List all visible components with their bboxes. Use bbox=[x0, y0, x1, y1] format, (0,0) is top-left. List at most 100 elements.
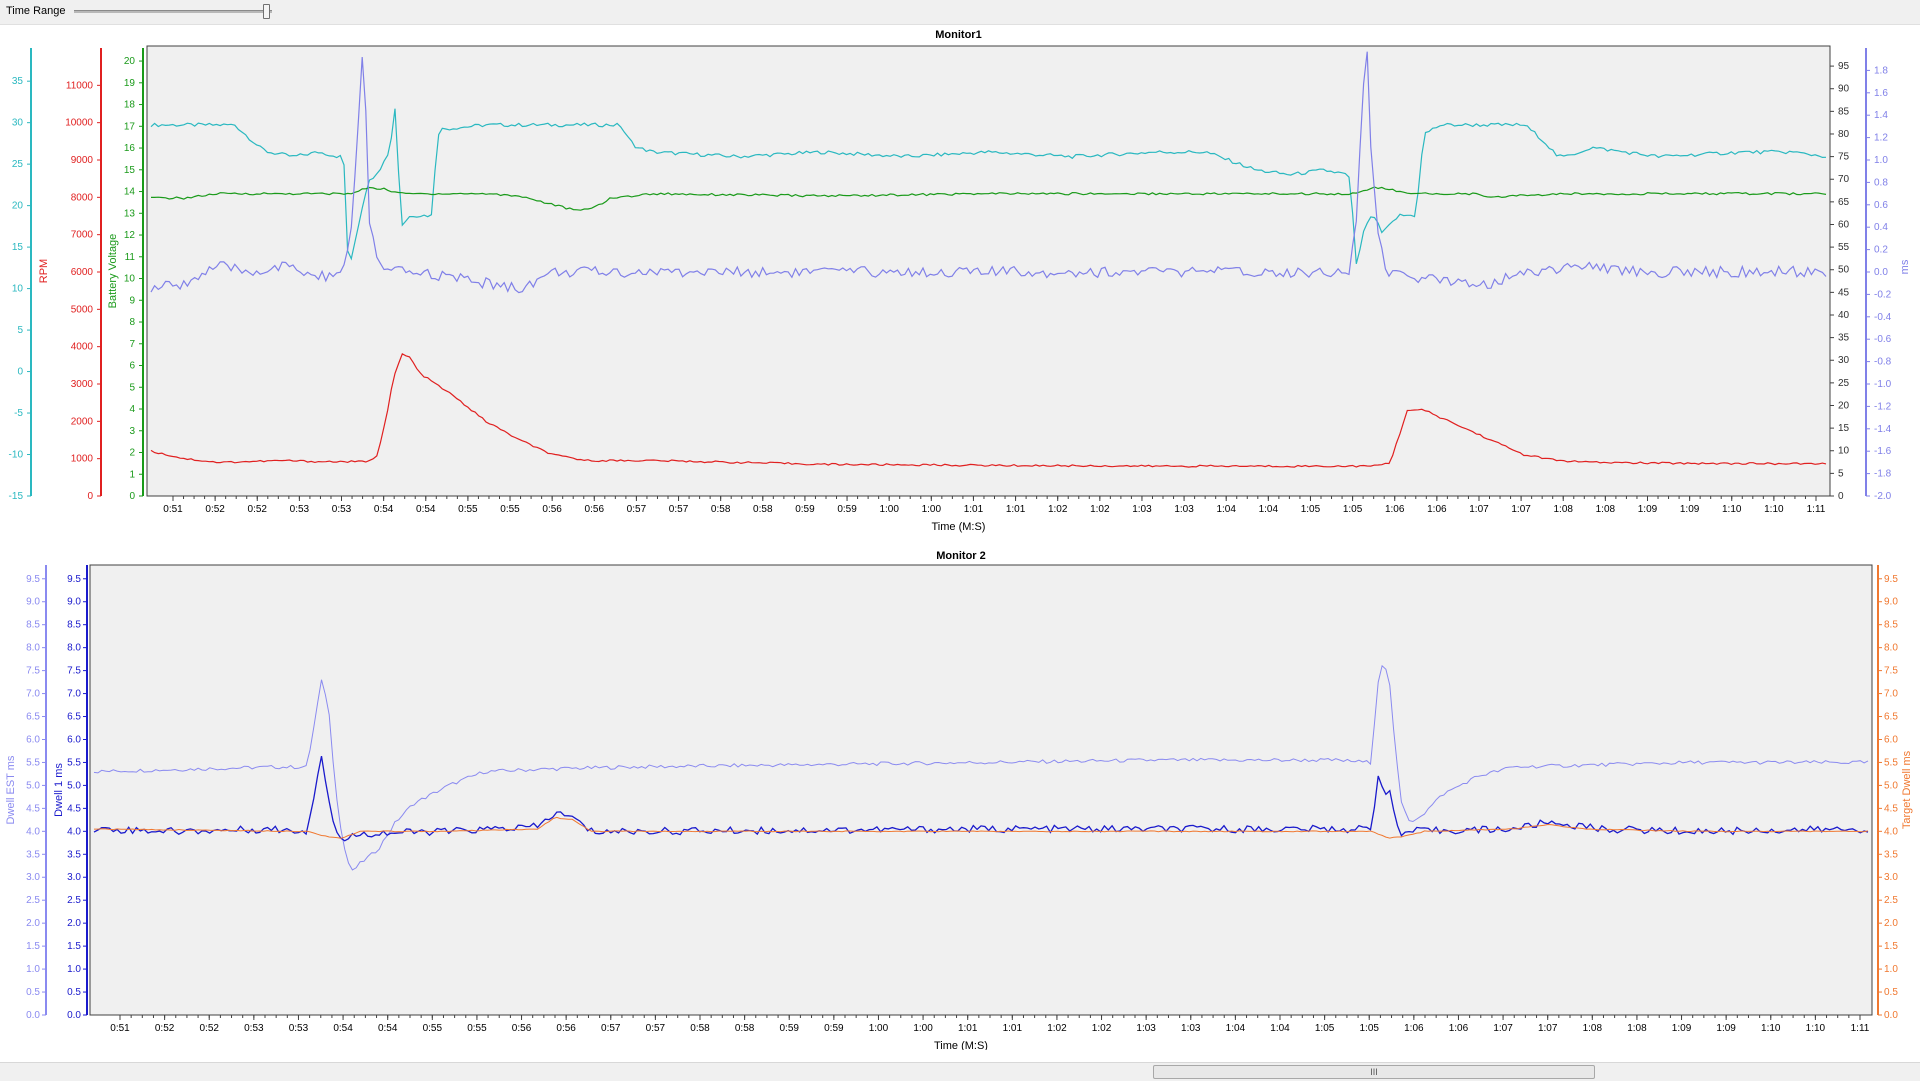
temp-axis-tick-label: -5 bbox=[14, 408, 23, 419]
rpm-axis-tick-label: 10000 bbox=[65, 118, 93, 129]
monitor2-chart[interactable]: Monitor 2 0.0 0.5 1.0 1.5 2.0 2.5 3.0 3.5 4.0 4.5 5… bbox=[0, 550, 1920, 1050]
battery-voltage-axis-tick-label: 2 bbox=[129, 448, 135, 459]
temp-axis-tick-label: -10 bbox=[9, 450, 24, 461]
x-tick-label: 1:08 bbox=[1596, 504, 1616, 515]
percent-axis-tick-label: 55 bbox=[1838, 242, 1850, 253]
dwell-est-axis-tick-label: 4.5 bbox=[26, 803, 40, 814]
ms-axis-tick-label: -0.6 bbox=[1874, 334, 1892, 345]
x-tick-label: 0:54 bbox=[416, 504, 436, 515]
battery-voltage-axis-tick-label: 14 bbox=[124, 187, 136, 198]
rpm-axis-tick-label: 0 bbox=[87, 491, 93, 502]
dwell-est-axis-label: Dwell EST ms bbox=[5, 755, 17, 824]
dwell-est-axis-tick-label: 8.5 bbox=[26, 620, 40, 631]
x-axis-label: Time (M:S) bbox=[932, 521, 986, 533]
x-tick-label: 0:52 bbox=[155, 1023, 175, 1034]
target-dwell-axis-tick-label: 5.5 bbox=[1884, 757, 1898, 768]
dwell1-axis-tick-label: 2.5 bbox=[67, 895, 81, 906]
dwell1-axis-tick-label: 5.0 bbox=[67, 780, 81, 791]
dwell-est-axis-tick-label: 3.5 bbox=[26, 849, 40, 860]
x-tick-label: 1:02 bbox=[1048, 504, 1068, 515]
x-tick-label: 1:04 bbox=[1216, 504, 1236, 515]
x-tick-label: 0:51 bbox=[110, 1023, 130, 1034]
target-dwell-axis-tick-label: 6.5 bbox=[1884, 712, 1898, 723]
dwell-est-axis-tick-label: 0.5 bbox=[26, 987, 40, 998]
toolbar: Time Range bbox=[0, 0, 1920, 25]
percent-axis-tick-label: 65 bbox=[1838, 197, 1850, 208]
battery-voltage-axis-tick-label: 20 bbox=[124, 56, 136, 67]
rpm-axis-tick-label: 3000 bbox=[71, 379, 94, 390]
x-tick-label: 1:06 bbox=[1385, 504, 1405, 515]
dwell1-axis-tick-label: 5.5 bbox=[67, 757, 81, 768]
dwell-est-axis-tick-label: 1.5 bbox=[26, 941, 40, 952]
target-dwell-axis-tick-label: 6.0 bbox=[1884, 734, 1898, 745]
x-tick-label: 1:04 bbox=[1226, 1023, 1246, 1034]
x-tick-label: 0:53 bbox=[244, 1023, 264, 1034]
scrollbar-thumb[interactable]: III bbox=[1153, 1065, 1595, 1079]
dwell-est-axis-tick-label: 7.0 bbox=[26, 689, 40, 700]
temp-axis-tick-label: 10 bbox=[12, 284, 24, 295]
dwell-est-axis-tick-label: 3.0 bbox=[26, 872, 40, 883]
ms-axis-tick-label: -1.6 bbox=[1874, 446, 1892, 457]
percent-axis-tick-label: 70 bbox=[1838, 174, 1850, 185]
chart-title: Monitor1 bbox=[935, 29, 981, 41]
time-range-slider-thumb[interactable] bbox=[263, 4, 271, 19]
dwell-est-axis-tick-label: 7.5 bbox=[26, 666, 40, 677]
battery-voltage-axis-tick-label: 0 bbox=[129, 491, 135, 502]
dwell1-axis-tick-label: 1.5 bbox=[67, 941, 81, 952]
battery-voltage-axis-tick-label: 10 bbox=[124, 274, 136, 285]
ms-axis-tick-label: 1.0 bbox=[1874, 155, 1888, 166]
battery-voltage-axis-tick-label: 15 bbox=[124, 165, 136, 176]
battery-voltage-axis-tick-label: 16 bbox=[124, 143, 136, 154]
dwell-est-axis-tick-label: 9.5 bbox=[26, 574, 40, 585]
x-tick-label: 0:59 bbox=[837, 504, 857, 515]
target-dwell-axis-tick-label: 4.0 bbox=[1884, 826, 1898, 837]
x-tick-label: 0:57 bbox=[627, 504, 647, 515]
x-tick-label: 0:56 bbox=[542, 504, 562, 515]
target-dwell-axis-tick-label: 0.5 bbox=[1884, 987, 1898, 998]
x-tick-label: 0:57 bbox=[669, 504, 689, 515]
rpm-axis-tick-label: 2000 bbox=[71, 416, 94, 427]
temp-axis-tick-label: 15 bbox=[12, 242, 24, 253]
dwell-est-axis-tick-label: 6.0 bbox=[26, 734, 40, 745]
ms-axis-tick-label: 0.2 bbox=[1874, 245, 1888, 256]
ms-axis-tick-label: -1.2 bbox=[1874, 401, 1892, 412]
time-range-slider-track[interactable] bbox=[74, 10, 272, 13]
percent-axis-tick-label: 20 bbox=[1838, 400, 1850, 411]
x-tick-label: 0:55 bbox=[500, 504, 520, 515]
dwell-est-axis-tick-label: 4.0 bbox=[26, 826, 40, 837]
target-dwell-axis-tick-label: 7.5 bbox=[1884, 666, 1898, 677]
dwell-est-axis-tick-label: 1.0 bbox=[26, 964, 40, 975]
x-tick-label: 0:54 bbox=[333, 1023, 353, 1034]
battery-voltage-axis-tick-label: 4 bbox=[129, 404, 135, 415]
target-dwell-axis-tick-label: 9.0 bbox=[1884, 597, 1898, 608]
dwell1-axis-tick-label: 7.0 bbox=[67, 689, 81, 700]
rpm-axis-tick-label: 1000 bbox=[71, 454, 94, 465]
battery-voltage-axis-tick-label: 3 bbox=[129, 426, 135, 437]
x-tick-label: 0:59 bbox=[779, 1023, 799, 1034]
percent-axis-tick-label: 45 bbox=[1838, 287, 1850, 298]
x-tick-label: 1:09 bbox=[1680, 504, 1700, 515]
x-tick-label: 0:56 bbox=[585, 504, 605, 515]
dwell1-axis-tick-label: 1.0 bbox=[67, 964, 81, 975]
target-dwell-axis-tick-label: 3.0 bbox=[1884, 872, 1898, 883]
x-tick-label: 0:56 bbox=[512, 1023, 532, 1034]
ms-axis-tick-label: -1.0 bbox=[1874, 379, 1892, 390]
temp-axis-tick-label: 30 bbox=[12, 118, 24, 129]
dwell1-axis-tick-label: 4.5 bbox=[67, 803, 81, 814]
percent-axis-tick-label: 25 bbox=[1838, 378, 1850, 389]
horizontal-scrollbar[interactable]: III bbox=[0, 1062, 1920, 1081]
dwell1-axis-tick-label: 6.5 bbox=[67, 712, 81, 723]
x-tick-label: 0:51 bbox=[163, 504, 183, 515]
x-tick-label: 1:03 bbox=[1174, 504, 1194, 515]
monitor1-chart[interactable]: Monitor1-15-10-5051015202530350100020003… bbox=[0, 24, 1920, 564]
x-tick-label: 1:04 bbox=[1270, 1023, 1290, 1034]
ms-axis-tick-label: -0.2 bbox=[1874, 289, 1892, 300]
x-tick-label: 1:03 bbox=[1181, 1023, 1201, 1034]
x-tick-label: 1:07 bbox=[1469, 504, 1489, 515]
percent-axis-tick-label: 75 bbox=[1838, 152, 1850, 163]
percent-axis-tick-label: 95 bbox=[1838, 61, 1850, 72]
x-tick-label: 1:00 bbox=[869, 1023, 889, 1034]
x-tick-label: 1:03 bbox=[1132, 504, 1152, 515]
plot-area bbox=[146, 45, 1831, 497]
x-tick-label: 0:58 bbox=[711, 504, 731, 515]
